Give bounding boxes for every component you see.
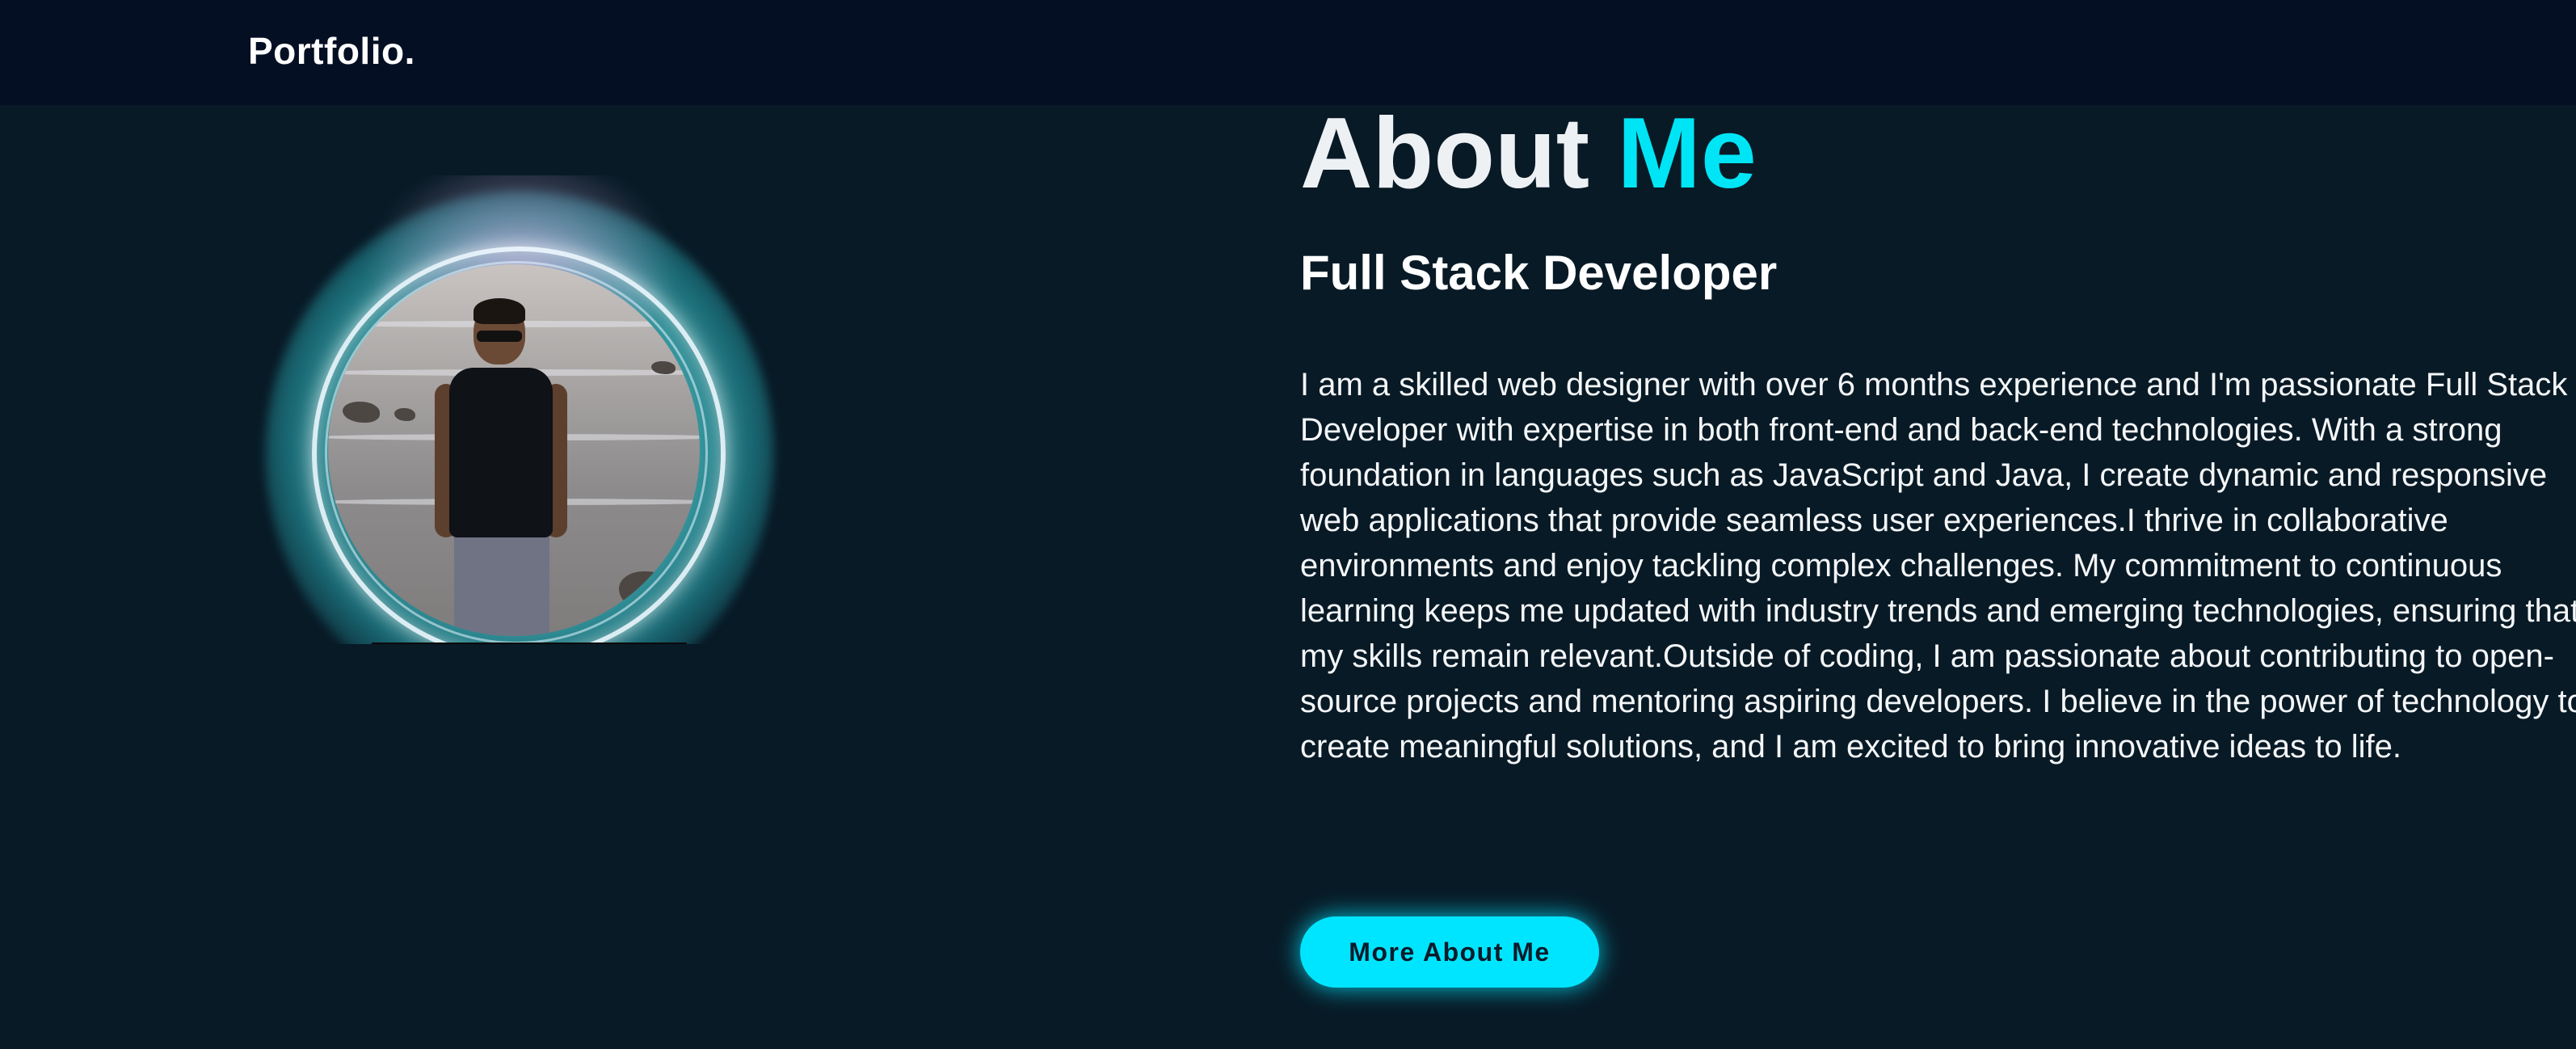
role-subtitle: Full Stack Developer <box>1300 246 1778 300</box>
site-header: Portfolio. <box>0 0 2576 105</box>
person-hair <box>474 298 525 324</box>
about-description: I am a skilled web designer with over 6 … <box>1300 367 2576 765</box>
title-accent: Me <box>1617 98 1757 209</box>
more-about-me-button[interactable]: More About Me <box>1300 916 1599 988</box>
title-main: About <box>1300 98 1590 209</box>
profile-photo <box>242 175 797 644</box>
person-pants <box>454 536 549 636</box>
page-title: About Me <box>1300 97 1757 210</box>
profile-picture <box>328 264 700 636</box>
photo-rock <box>394 408 415 421</box>
person-shirt <box>449 368 553 537</box>
photo-bottom-edge <box>372 642 687 644</box>
portfolio-logo[interactable]: Portfolio. <box>248 24 415 78</box>
sunglasses <box>477 331 522 342</box>
photo-rock <box>343 402 380 423</box>
